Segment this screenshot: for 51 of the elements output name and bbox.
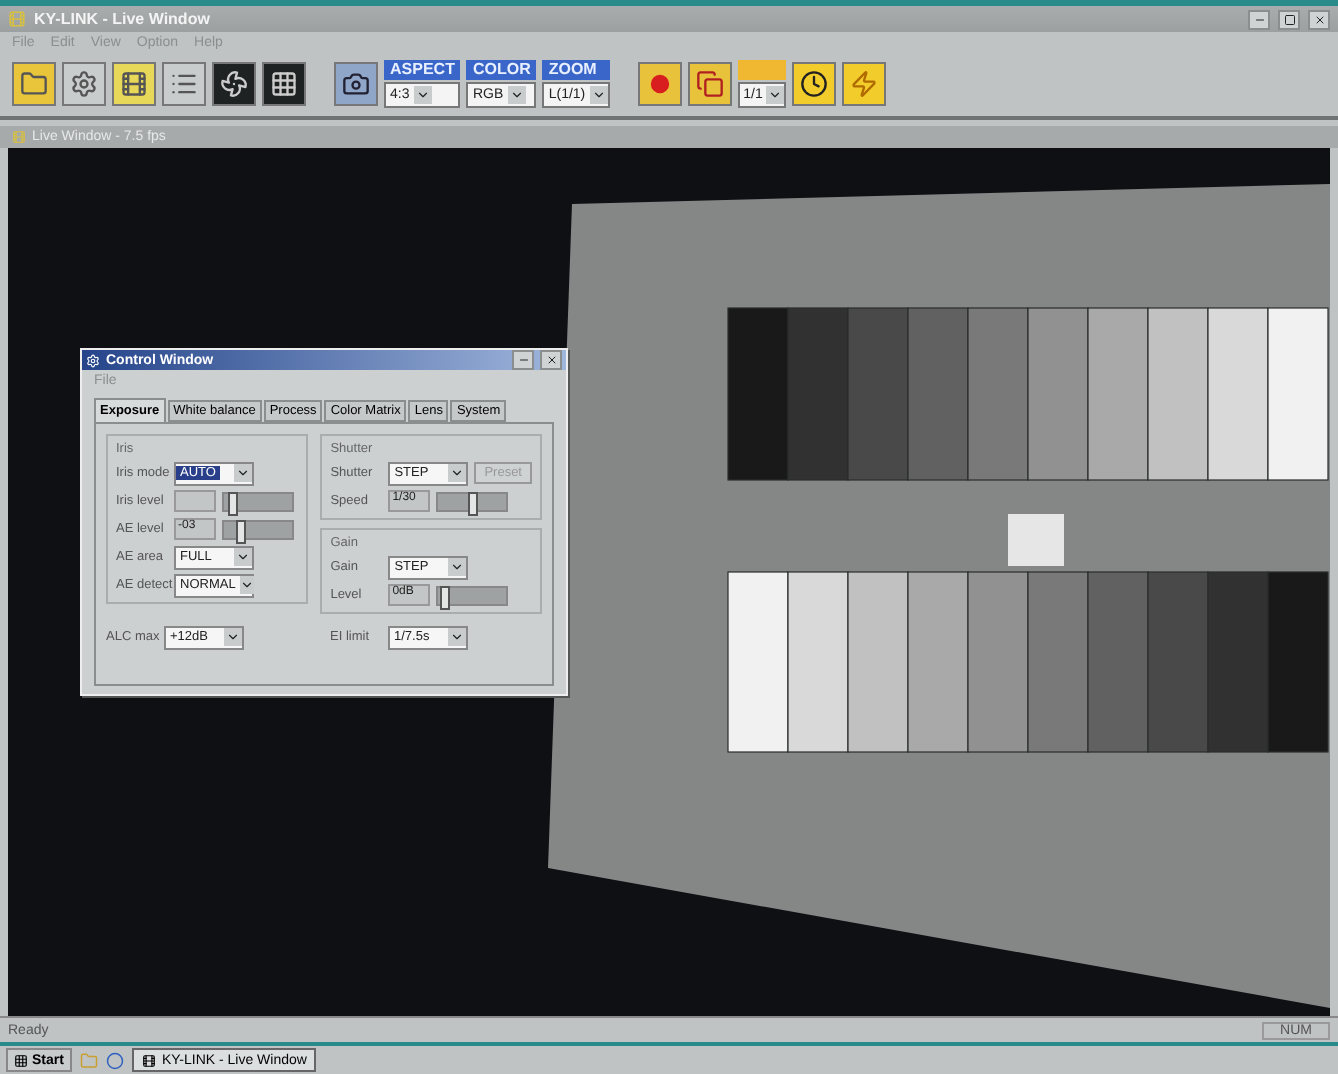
- film-icon: [120, 70, 148, 98]
- toolbar-button[interactable]: [262, 62, 306, 106]
- minimize-button[interactable]: [1248, 9, 1270, 29]
- record-icon: [649, 74, 670, 94]
- toolbar-button[interactable]: [12, 62, 56, 106]
- caret-icon: [450, 630, 464, 644]
- caret-icon: [415, 88, 430, 102]
- window-icon: [86, 353, 100, 367]
- toolbar-button[interactable]: [162, 62, 206, 106]
- fan-icon: [220, 70, 248, 98]
- caret-icon: [450, 560, 465, 574]
- close-icon: [545, 354, 557, 366]
- list-icon: [170, 70, 198, 98]
- caret-icon: [450, 466, 465, 480]
- slider-track[interactable]: [222, 519, 294, 539]
- toolbar-button[interactable]: [792, 62, 837, 106]
- clock-icon: [800, 70, 829, 98]
- slider-track[interactable]: [436, 585, 509, 605]
- close-icon: [1313, 13, 1325, 25]
- toolbar-label-background: [737, 60, 787, 80]
- caret-icon: [591, 88, 606, 102]
- toolbar-button[interactable]: [62, 62, 106, 106]
- slider-track[interactable]: [436, 491, 509, 511]
- caret-icon: [226, 630, 240, 644]
- close-button[interactable]: [540, 350, 562, 370]
- toolbar-button[interactable]: [334, 62, 378, 106]
- app-icon: [141, 1053, 156, 1067]
- app-icon: [8, 10, 26, 28]
- center-patch: [1008, 514, 1064, 566]
- camera-icon: [342, 70, 370, 98]
- caret-icon: [509, 88, 524, 102]
- minimize-icon: [1253, 13, 1265, 25]
- close-button[interactable]: [1308, 9, 1330, 29]
- window-icon: [12, 130, 26, 144]
- slider-track[interactable]: [222, 491, 294, 511]
- caret-icon: [236, 466, 250, 480]
- caret-icon: [768, 88, 783, 102]
- minimize-icon: [517, 354, 529, 366]
- settings-icon: [70, 70, 98, 98]
- folder-icon: [20, 70, 48, 98]
- toolbar-button[interactable]: [112, 62, 156, 106]
- toolbar-label: ZOOM: [542, 60, 610, 80]
- toolbar-label: COLOR: [466, 60, 537, 80]
- maximize-button[interactable]: [1278, 9, 1300, 29]
- grid-icon: [270, 70, 298, 98]
- window-title: KY-LINK - Live Window: [34, 10, 210, 28]
- maximize-icon: [1283, 13, 1295, 25]
- toolbar-button[interactable]: [212, 62, 256, 106]
- copy-icon: [695, 70, 724, 98]
- toolbar-label: ASPECT: [384, 60, 461, 80]
- lightning-icon: [850, 70, 879, 98]
